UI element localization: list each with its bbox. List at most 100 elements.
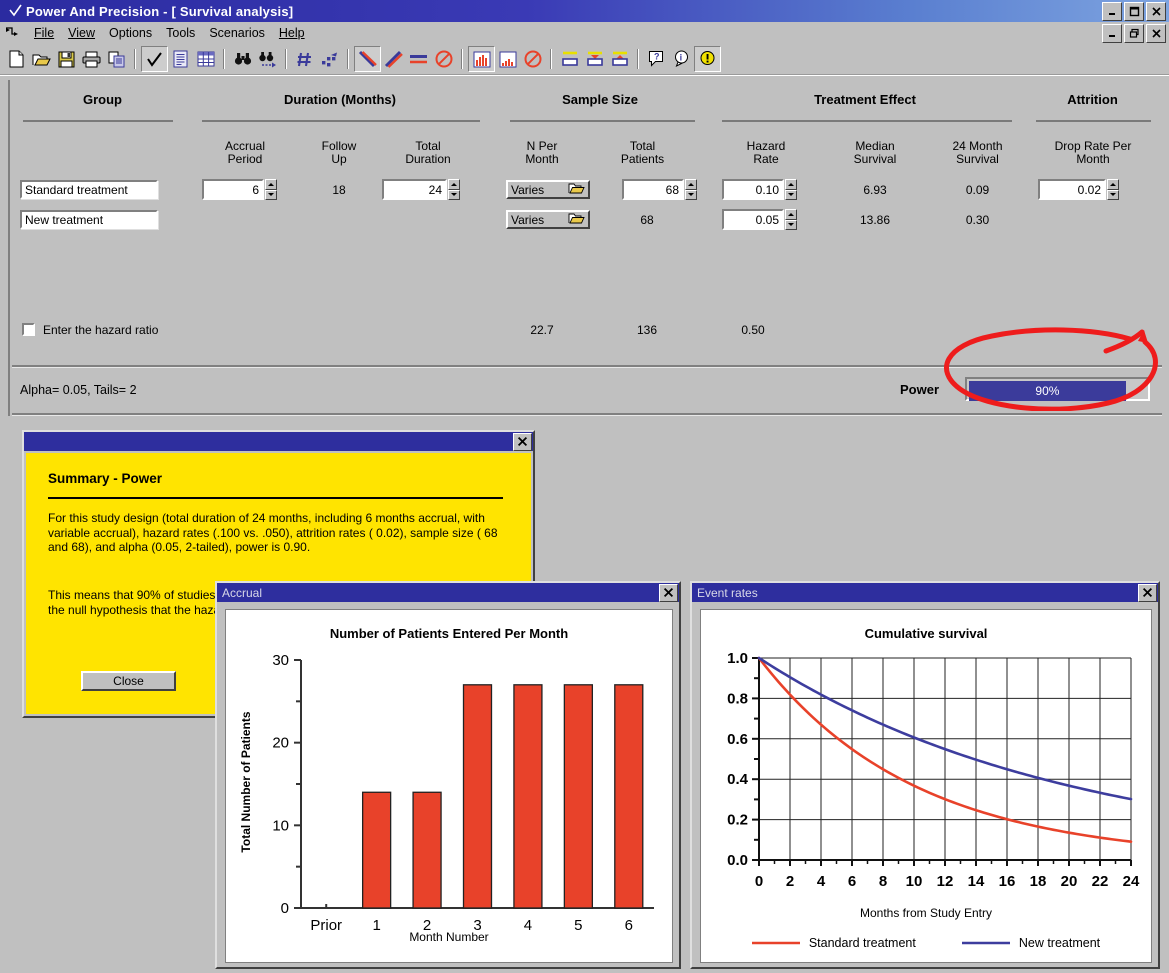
- accrual-period-input[interactable]: 6: [202, 179, 264, 200]
- scatter-points-icon[interactable]: [317, 47, 342, 71]
- hazard-ratio-label: Enter the hazard ratio: [43, 323, 159, 337]
- total-patients-spinner-up[interactable]: [685, 179, 697, 190]
- menu-item-help[interactable]: Help: [272, 25, 312, 41]
- number-sign-icon[interactable]: [292, 47, 317, 71]
- mdi-minimize-button[interactable]: [1102, 24, 1122, 43]
- section-title-attrition: Attrition: [1067, 92, 1118, 107]
- info-icon[interactable]: i: [669, 47, 694, 71]
- menu-item-scenarios[interactable]: Scenarios: [202, 25, 272, 41]
- hazard-rate-spinner-new[interactable]: [785, 209, 797, 230]
- hazard-rate-spinner-new-up[interactable]: [785, 209, 797, 220]
- open-folder-icon: [568, 182, 585, 198]
- binoculars-next-icon[interactable]: [255, 47, 280, 71]
- group-name-field-standard[interactable]: Standard treatment: [20, 180, 158, 199]
- total-patients-spinner[interactable]: [685, 179, 697, 200]
- accrual-period-spinner-up[interactable]: [265, 179, 277, 190]
- maximize-button[interactable]: [1124, 2, 1144, 21]
- drop-rate-spinner-down[interactable]: [1107, 189, 1119, 200]
- svg-text:4: 4: [817, 873, 826, 890]
- bar-chart-small-icon[interactable]: [495, 47, 520, 71]
- n-per-month-button-new[interactable]: Varies: [506, 210, 590, 229]
- total-patients-input[interactable]: 68: [622, 179, 684, 200]
- copy-icon[interactable]: [104, 47, 129, 71]
- box-up-icon[interactable]: [607, 47, 632, 71]
- accrual-period-spinner-down[interactable]: [265, 189, 277, 200]
- svg-text:30: 30: [272, 652, 289, 669]
- open-folder-icon[interactable]: [29, 47, 54, 71]
- minimize-button[interactable]: [1102, 2, 1122, 21]
- box-down-icon[interactable]: [582, 47, 607, 71]
- hazard-rate-spinner-standard-up[interactable]: [785, 179, 797, 190]
- event-rates-window: Event rates Cumulative survival 0.0 0.2 0.…: [690, 581, 1160, 969]
- accrual-period-spinner[interactable]: [265, 179, 277, 200]
- drop-rate-spinner-up[interactable]: [1107, 179, 1119, 190]
- drop-rate-input[interactable]: 0.02: [1038, 179, 1106, 200]
- drop-rate-spinner[interactable]: [1107, 179, 1119, 200]
- total-duration-spinner-up[interactable]: [448, 179, 460, 190]
- warning-icon[interactable]: [694, 46, 721, 72]
- hazard-rate-spinner-new-down[interactable]: [785, 219, 797, 230]
- line-ascending-icon[interactable]: [381, 47, 406, 71]
- accrual-chart-title: Number of Patients Entered Per Month: [329, 626, 569, 641]
- legend-item-new: New treatment: [961, 936, 1100, 950]
- close-icon[interactable]: [659, 583, 678, 602]
- line-flat-icon[interactable]: [406, 47, 431, 71]
- legend-label-standard: Standard treatment: [808, 936, 916, 950]
- total-duration-input[interactable]: 24: [382, 179, 447, 200]
- svg-text:0.6: 0.6: [727, 731, 748, 748]
- hazard-rate-input-standard[interactable]: 0.10: [722, 179, 784, 200]
- mdi-close-button[interactable]: [1146, 24, 1166, 43]
- hazard-rate-spinner-standard-down[interactable]: [785, 189, 797, 200]
- table-grid-icon[interactable]: [193, 47, 218, 71]
- report-page-icon[interactable]: [168, 47, 193, 71]
- mdi-document-icon: [5, 26, 20, 40]
- help-question-icon[interactable]: ?: [644, 47, 669, 71]
- bar-chart-icon[interactable]: [468, 46, 495, 72]
- menu-item-view[interactable]: View: [61, 25, 102, 41]
- no-chart-icon[interactable]: [520, 47, 545, 71]
- hazard-rate-input-new[interactable]: 0.05: [722, 209, 784, 230]
- menu-tools-label: Tools: [166, 26, 196, 40]
- print-icon[interactable]: [79, 47, 104, 71]
- event-rates-chart-plot: 0.00.20.40.60.81.00 2 4 6 8 10 12 14 16 18 20 22 24: [727, 650, 1140, 890]
- line-descending-icon[interactable]: [354, 46, 381, 72]
- menu-item-file[interactable]: File: [27, 25, 61, 41]
- svg-text:16: 16: [999, 873, 1016, 890]
- power-value: 90%: [1035, 384, 1060, 398]
- n-per-month-total: 22.7: [530, 323, 554, 337]
- n-per-month-button-standard[interactable]: Varies: [506, 180, 590, 199]
- accrual-window-title-bar: Accrual: [217, 583, 679, 602]
- menu-file-label: File: [34, 26, 55, 40]
- menu-item-tools[interactable]: Tools: [159, 25, 202, 41]
- menu-item-options[interactable]: Options: [102, 25, 159, 41]
- total-duration-spinner-down[interactable]: [448, 189, 460, 200]
- menu-options-label: Options: [109, 26, 153, 40]
- hazard-rate-spinner-standard[interactable]: [785, 179, 797, 200]
- svg-text:20: 20: [272, 735, 289, 752]
- svg-text:0.2: 0.2: [727, 812, 748, 829]
- menu-bar: File View Options Tools Scenarios Help: [0, 22, 1169, 45]
- box-plain-icon[interactable]: [557, 47, 582, 71]
- close-icon[interactable]: [513, 432, 532, 451]
- checkmark-icon[interactable]: [141, 46, 168, 72]
- svg-text:i: i: [679, 52, 682, 62]
- application-title-bar: Power And Precision - [ Survival analysi…: [0, 0, 1169, 22]
- mdi-restore-button[interactable]: [1124, 24, 1144, 43]
- hazard-ratio-checkbox[interactable]: [22, 323, 35, 336]
- summary-close-button[interactable]: Close: [81, 671, 176, 691]
- close-icon[interactable]: [1138, 583, 1157, 602]
- close-button[interactable]: [1146, 2, 1166, 21]
- svg-text:22: 22: [1092, 873, 1109, 890]
- section-title-duration: Duration (Months): [284, 92, 396, 107]
- total-duration-spinner[interactable]: [448, 179, 460, 200]
- total-patients-spinner-down[interactable]: [685, 189, 697, 200]
- svg-text:2: 2: [786, 873, 794, 890]
- col-head-accrual-period: Accrual Period: [224, 139, 265, 166]
- power-bar-fill: 90%: [969, 381, 1126, 401]
- save-disk-icon[interactable]: [54, 47, 79, 71]
- group-name-field-new[interactable]: New treatment: [20, 210, 158, 229]
- no-line-icon[interactable]: [431, 47, 456, 71]
- binoculars-icon[interactable]: [230, 47, 255, 71]
- alpha-tails-text: Alpha= 0.05, Tails= 2: [20, 383, 137, 397]
- new-document-icon[interactable]: [4, 47, 29, 71]
